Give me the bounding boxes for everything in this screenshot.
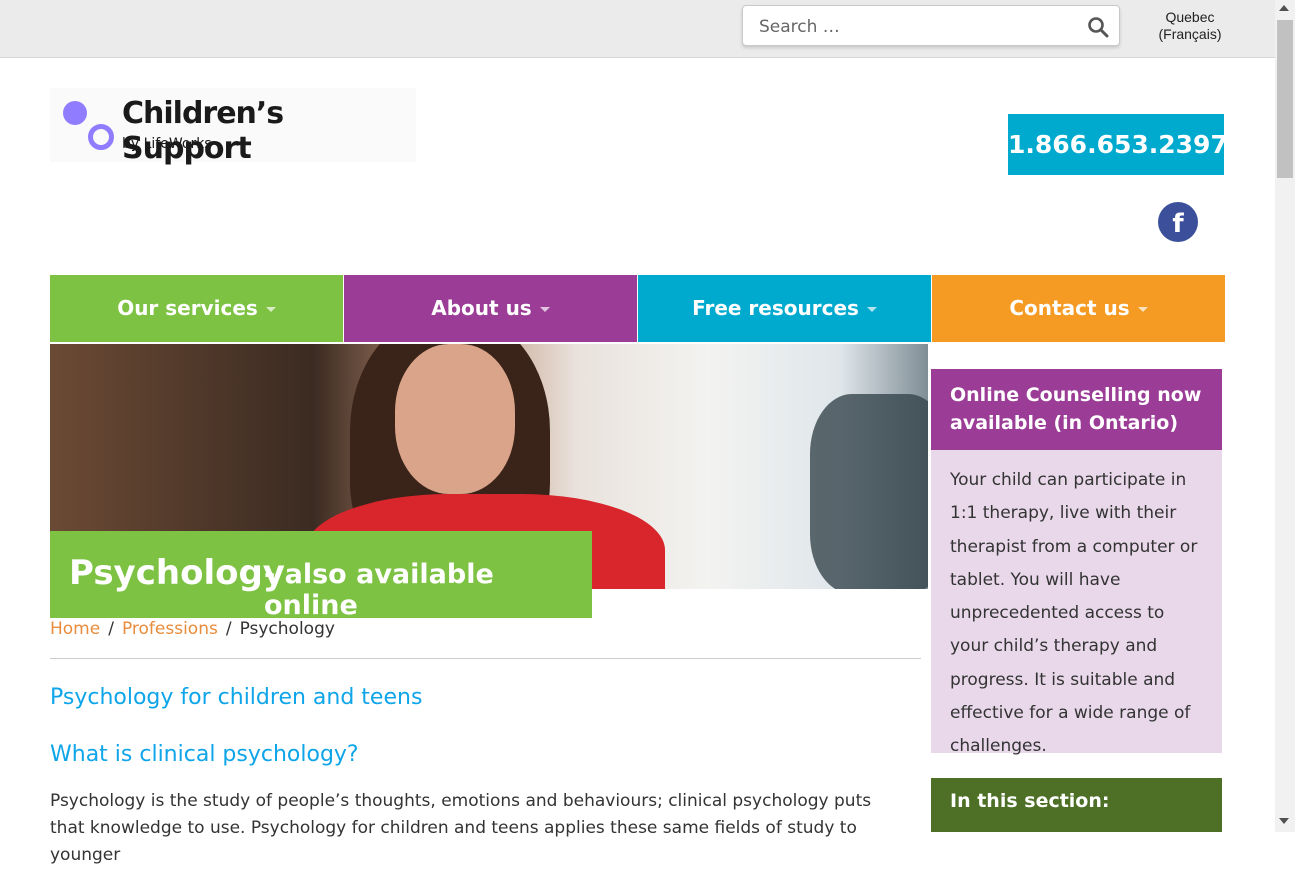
- scroll-thumb[interactable]: [1277, 20, 1293, 178]
- search-box: [742, 5, 1120, 46]
- logo-title: Children’s Support: [122, 96, 284, 166]
- facebook-icon[interactable]: f: [1158, 202, 1198, 242]
- logo-dot-icon: [63, 101, 87, 125]
- breadcrumb-professions[interactable]: Professions: [122, 619, 218, 639]
- divider: [50, 658, 921, 659]
- language-line2: (Français): [1158, 26, 1222, 42]
- caret-down-icon: [539, 307, 550, 312]
- scroll-down-icon[interactable]: [1279, 818, 1289, 824]
- nav-label: About us: [431, 296, 532, 320]
- scroll-up-icon[interactable]: [1279, 5, 1289, 11]
- nav-label: Our services: [117, 296, 258, 320]
- language-link[interactable]: Quebec (Français): [1150, 9, 1230, 43]
- logo-subtitle: by LifeWorks: [122, 136, 212, 152]
- hero-face: [395, 344, 515, 494]
- main-nav: Our services About us Free resources Con…: [50, 275, 1225, 342]
- hero-subtitle: - also available online: [264, 559, 494, 621]
- hero-title: Psychology: [69, 553, 285, 593]
- search-input[interactable]: [757, 15, 1061, 39]
- breadcrumb-home[interactable]: Home: [50, 619, 100, 639]
- nav-contact-us[interactable]: Contact us: [932, 275, 1225, 342]
- breadcrumb: Home / Professions / Psychology: [50, 619, 335, 639]
- caret-down-icon: [1137, 307, 1148, 312]
- nav-label: Free resources: [692, 296, 859, 320]
- phone-button[interactable]: 1.866.653.2397: [1008, 114, 1228, 175]
- breadcrumb-separator: /: [225, 619, 232, 639]
- caret-down-icon: [866, 307, 877, 312]
- nav-label: Contact us: [1009, 296, 1130, 320]
- content-heading-1: Psychology for children and teens: [50, 685, 423, 710]
- content-heading-2: What is clinical psychology?: [50, 742, 359, 767]
- callout-body: Your child can participate in 1:1 therap…: [931, 450, 1222, 756]
- search-icon[interactable]: [1087, 16, 1109, 38]
- hero-title-box: Psychology - also available online: [50, 531, 592, 621]
- language-line1: Quebec: [1165, 9, 1215, 25]
- callout-title[interactable]: Online Counselling now available (in Ont…: [931, 369, 1222, 450]
- hero-background-figure: [810, 394, 928, 589]
- breadcrumb-separator: /: [108, 619, 114, 639]
- section-nav-title: In this section:: [931, 778, 1222, 832]
- caret-down-icon: [265, 307, 276, 312]
- site-logo[interactable]: Children’s Support by LifeWorks: [50, 88, 416, 166]
- nav-about-us[interactable]: About us: [344, 275, 638, 342]
- breadcrumb-current: Psychology: [239, 619, 335, 639]
- content-paragraph: Psychology is the study of people’s thou…: [50, 791, 872, 865]
- logo-ring-icon: [88, 124, 114, 150]
- nav-our-services[interactable]: Our services: [50, 275, 344, 342]
- nav-free-resources[interactable]: Free resources: [638, 275, 932, 342]
